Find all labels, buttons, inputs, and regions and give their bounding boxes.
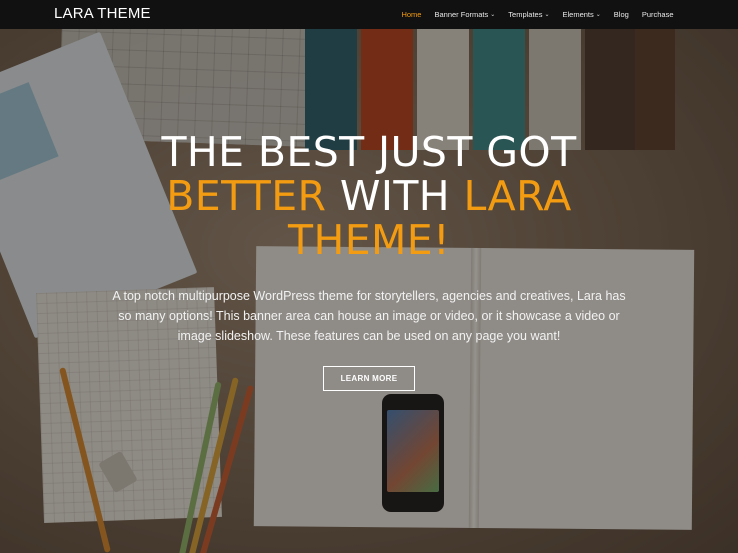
hero-description: A top notch multipurpose WordPress theme… [112, 289, 626, 343]
nav-item-label: Home [401, 10, 422, 19]
site-header: LARA THEME Home Banner Formats ⌄ Templat… [0, 0, 738, 29]
nav-item-home[interactable]: Home [395, 0, 428, 29]
main-nav: Home Banner Formats ⌄ Templates ⌄ Elemen… [395, 0, 680, 29]
nav-item-label: Blog [613, 10, 629, 19]
learn-more-button[interactable]: LEARN MORE [322, 366, 416, 391]
nav-item-label: Purchase [641, 10, 674, 19]
hero-title-text: WITH [339, 172, 450, 220]
chevron-down-icon: ⌄ [490, 12, 496, 18]
nav-item-purchase[interactable]: Purchase [635, 0, 680, 29]
nav-item-blog[interactable]: Blog [607, 0, 635, 29]
hero-title-accent: THEME! [288, 216, 450, 264]
hero-title: THE BEST JUST GOT BETTER WITH LARA THEME… [0, 130, 738, 262]
chevron-down-icon: ⌄ [544, 12, 550, 18]
hero-title-line1: THE BEST JUST GOT [161, 128, 577, 176]
nav-item-banner-formats[interactable]: Banner Formats ⌄ [428, 0, 502, 29]
nav-item-templates[interactable]: Templates ⌄ [502, 0, 556, 29]
nav-item-label: Templates [508, 10, 543, 19]
hero-banner: THE BEST JUST GOT BETTER WITH LARA THEME… [0, 130, 738, 391]
site-logo[interactable]: LARA THEME [54, 5, 151, 22]
nav-item-label: Elements [562, 10, 594, 19]
chevron-down-icon: ⌄ [595, 12, 601, 18]
nav-item-label: Banner Formats [434, 10, 489, 19]
nav-item-elements[interactable]: Elements ⌄ [556, 0, 607, 29]
hero-title-accent: LARA [463, 172, 572, 220]
hero-title-accent: BETTER [166, 172, 327, 220]
